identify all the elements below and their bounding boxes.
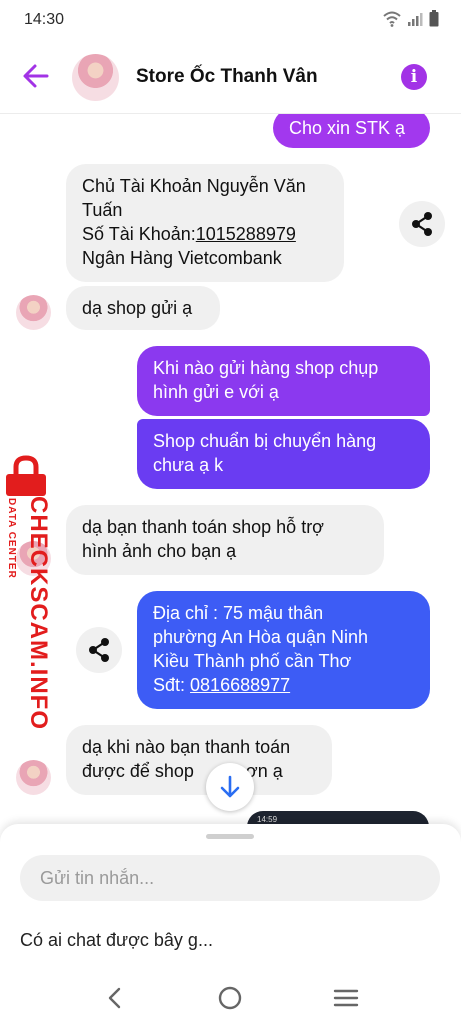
account-number-link[interactable]: 1015288979: [196, 224, 296, 244]
share-button[interactable]: [76, 627, 122, 673]
lock-icon: [6, 455, 46, 496]
message-line: Shop chuẩn bị chuyển hàng: [153, 431, 377, 451]
image-attachment[interactable]: 14:59: [247, 811, 429, 824]
share-icon: [412, 212, 432, 236]
message-line: dạ khi nào bạn thanh toán: [82, 737, 291, 757]
status-bar: 14:30: [0, 0, 461, 40]
message-line: Kiều Thành phố cần Thơ: [153, 651, 352, 671]
messenger-chat-screen: 14:30 Store Ốc Thanh Vân i Cho xin STK ạ…: [0, 0, 461, 1024]
contact-avatar[interactable]: [72, 54, 119, 101]
status-icons: [383, 10, 439, 27]
signal-icon: [408, 12, 423, 26]
message-line: Sđt: 0816688977: [153, 673, 414, 697]
scroll-to-bottom-button[interactable]: [206, 763, 254, 811]
message-line: hình gửi e với ạ: [153, 382, 279, 402]
message-line: Khi nào gửi hàng shop chụp: [153, 358, 379, 378]
status-time: 14:30: [24, 11, 65, 28]
android-nav-bar: [0, 972, 461, 1024]
message-incoming[interactable]: dạ khi nào bạn thanh toán được để shop ơn…: [66, 725, 332, 795]
recents-menu-icon[interactable]: [330, 982, 362, 1014]
message-line: Chủ Tài Khoản Nguyễn Văn: [82, 176, 306, 196]
back-arrow-icon[interactable]: [20, 60, 52, 92]
watermark-subtitle: DATA CENTER: [6, 498, 17, 579]
battery-icon: [429, 10, 439, 27]
message-incoming[interactable]: dạ shop gửi ạ: [66, 286, 220, 330]
message-outgoing[interactable]: Khi nào gửi hàng shop chụp hình gửi e vớ…: [137, 346, 430, 416]
sender-avatar[interactable]: [16, 295, 51, 330]
message-text: Cho xin STK ạ: [289, 118, 406, 138]
thumbnail-time: 14:59: [257, 815, 278, 824]
watermark-brand: CHECKSCAM.INFO: [25, 496, 52, 730]
phone-number-link[interactable]: 0816688977: [190, 675, 290, 695]
message-line: Ngân Hàng Vietcombank: [82, 248, 282, 268]
composer-sheet: Có ai chat được bây g...: [0, 824, 461, 972]
message-outgoing[interactable]: Cho xin STK ạ: [273, 114, 430, 148]
message-text-start: được để shop: [82, 761, 194, 781]
message-list[interactable]: Cho xin STK ạ Chủ Tài Khoản Nguyễn Văn T…: [0, 114, 461, 824]
message-incoming-bank-info[interactable]: Chủ Tài Khoản Nguyễn Văn Tuấn Số Tài Kho…: [66, 164, 344, 282]
chat-header: Store Ốc Thanh Vân i: [0, 40, 461, 114]
message-line: được để shop ơn ạ: [82, 759, 316, 783]
message-line: phường An Hòa quận Ninh: [153, 627, 369, 647]
sender-avatar[interactable]: [16, 760, 51, 795]
wifi-icon: [383, 11, 401, 27]
phone-label: Sđt:: [153, 675, 191, 695]
message-line: Tuấn: [82, 200, 123, 220]
message-line: chưa ạ k: [153, 455, 224, 475]
message-incoming[interactable]: dạ bạn thanh toán shop hỗ trợ hình ảnh c…: [66, 505, 384, 575]
message-line: hình ảnh cho bạn ạ: [82, 541, 237, 561]
message-outgoing[interactable]: Shop chuẩn bị chuyển hàng chưa ạ k: [137, 419, 430, 489]
chevron-left-icon[interactable]: [99, 982, 131, 1014]
message-line: Số Tài Khoản:1015288979: [82, 222, 328, 246]
share-button[interactable]: [399, 201, 445, 247]
arrow-down-icon: [220, 775, 240, 798]
message-line: Địa chỉ : 75 mậu thân: [153, 603, 324, 623]
share-icon: [89, 638, 109, 662]
sheet-drag-handle[interactable]: [206, 834, 254, 839]
message-outgoing-address[interactable]: Địa chỉ : 75 mậu thân phường An Hòa quận…: [137, 591, 430, 709]
message-line: dạ bạn thanh toán shop hỗ trợ: [82, 517, 324, 537]
home-circle-icon[interactable]: [214, 982, 246, 1014]
message-text: dạ shop gửi ạ: [82, 298, 193, 318]
suggested-reply[interactable]: Có ai chat được bây g...: [20, 930, 213, 951]
message-input[interactable]: [20, 855, 440, 901]
account-label: Số Tài Khoản:: [82, 224, 196, 244]
info-icon[interactable]: i: [401, 64, 427, 90]
contact-name[interactable]: Store Ốc Thanh Vân: [136, 66, 318, 88]
